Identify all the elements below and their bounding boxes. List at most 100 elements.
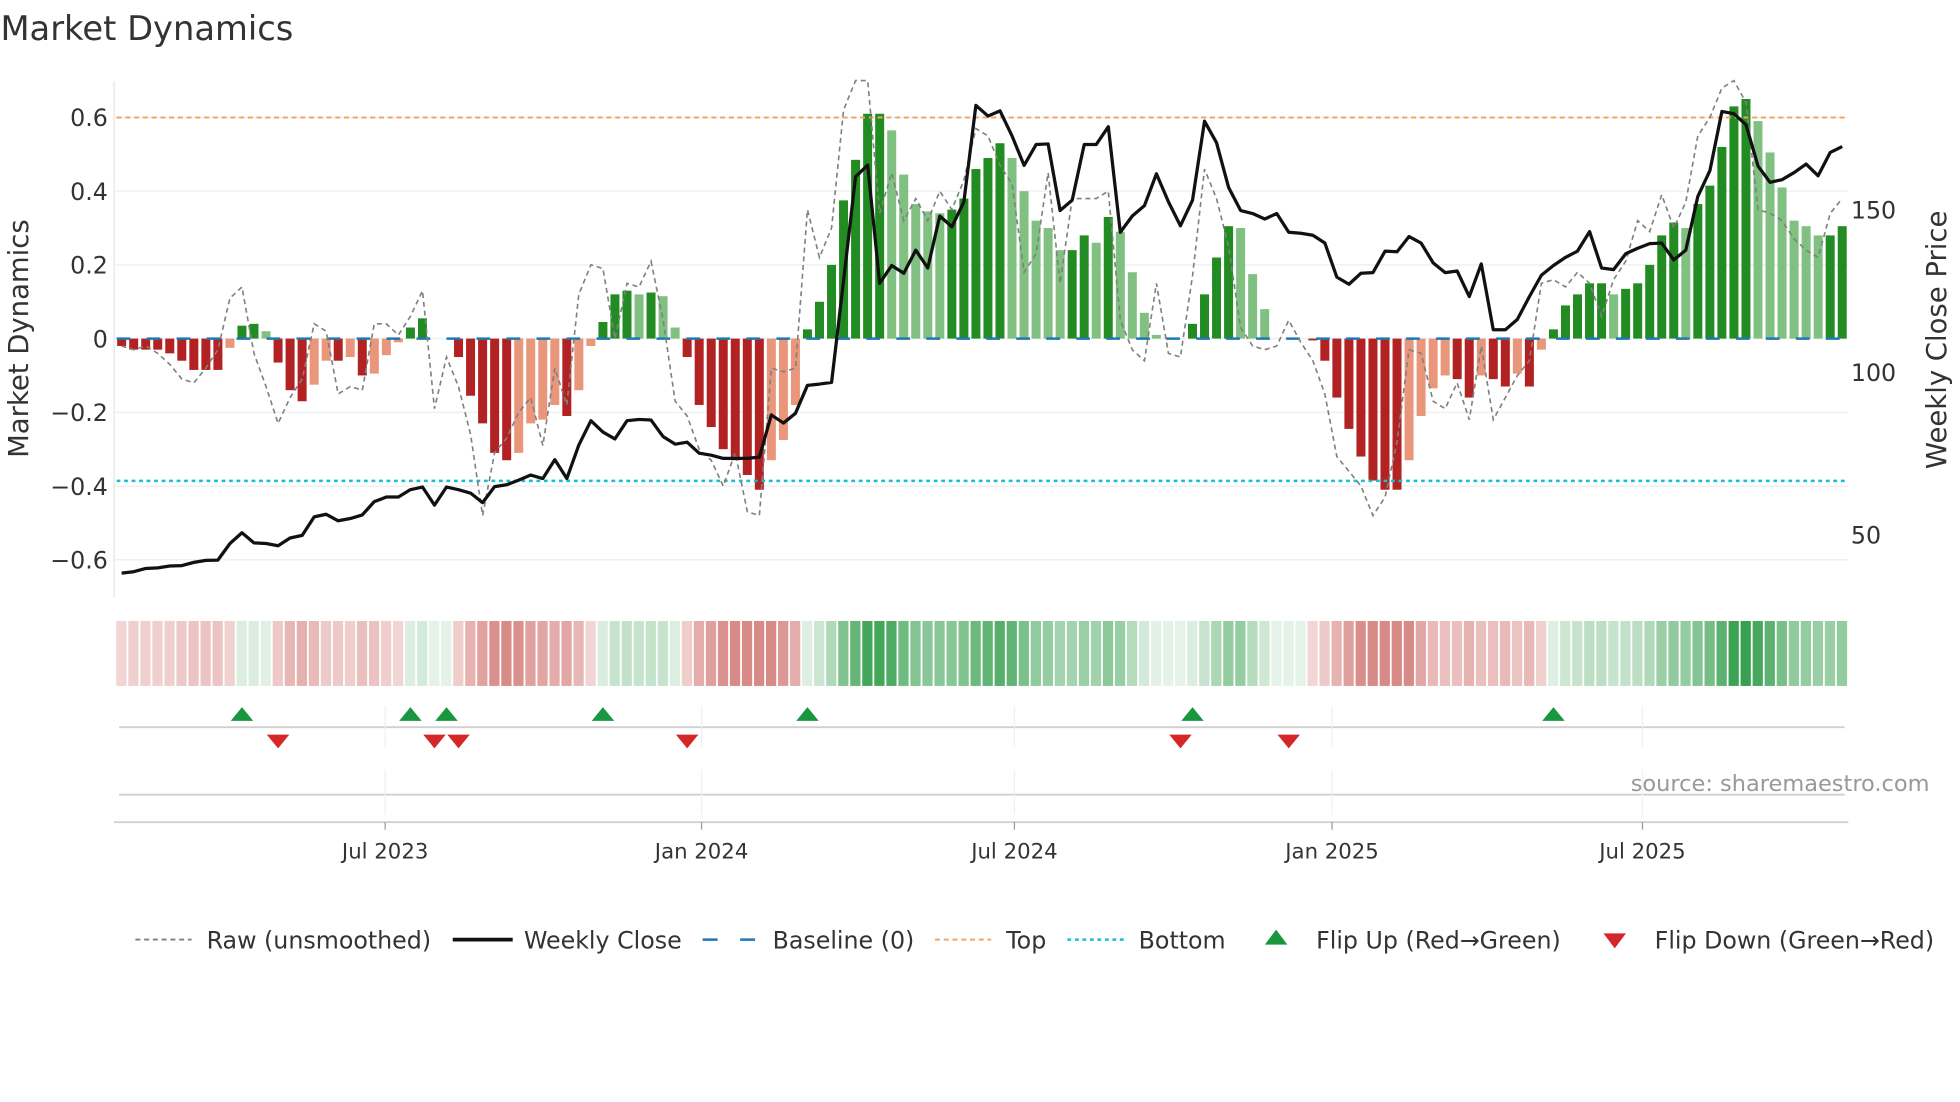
heat-cell <box>910 620 921 686</box>
bar <box>1837 226 1847 339</box>
flip-down-marker <box>423 734 446 749</box>
bar <box>333 338 343 361</box>
bar <box>490 338 500 453</box>
x-tick-label: Jan 2025 <box>1283 839 1379 864</box>
flip-down-legend-icon <box>1603 933 1626 949</box>
heat-cell <box>368 620 380 686</box>
bar <box>1031 220 1041 339</box>
bar <box>658 296 668 339</box>
heat-cell <box>1102 620 1114 686</box>
heat-cell <box>693 620 705 686</box>
heat-cell <box>1259 620 1270 686</box>
bar <box>1645 264 1655 339</box>
heat-cell <box>1138 620 1150 686</box>
bar <box>1705 185 1715 339</box>
y-axis-label: Market Dynamics <box>3 219 35 458</box>
bar <box>165 338 175 354</box>
raw-line <box>121 79 1843 518</box>
y2-axis-ticks: 150 100 50 <box>1851 197 1896 550</box>
bar <box>153 338 163 350</box>
heat-cell <box>1090 620 1102 686</box>
heat-cell <box>1584 620 1595 686</box>
bar <box>574 338 584 391</box>
heat-cell <box>393 620 404 686</box>
heat-cell <box>212 620 223 686</box>
heat-cell <box>248 620 259 686</box>
heat-cell <box>1163 620 1174 686</box>
heat-cell <box>1451 620 1463 686</box>
heat-cell <box>308 620 320 686</box>
bar <box>827 264 837 339</box>
bar <box>911 204 921 339</box>
bar <box>177 338 187 361</box>
heat-cell <box>405 620 416 686</box>
bar <box>694 338 704 405</box>
heat-cell <box>1066 620 1078 686</box>
heat-cell <box>236 620 247 686</box>
heat-cell <box>922 620 933 686</box>
heat-cell <box>1427 620 1439 686</box>
heat-cell <box>260 620 271 686</box>
bar <box>1801 226 1811 339</box>
bar <box>706 338 716 428</box>
heat-cell <box>525 620 536 686</box>
heat-cell <box>1271 620 1282 686</box>
bar <box>285 338 295 391</box>
heat-cell <box>164 620 175 686</box>
legend-label: Weekly Close <box>524 926 682 954</box>
heat-cell <box>609 620 620 686</box>
heat-cell <box>645 620 656 686</box>
legend-label: Flip Down (Green→Red) <box>1655 926 1934 954</box>
bar <box>1067 250 1077 339</box>
bar <box>1633 283 1643 339</box>
heat-cell <box>1114 620 1126 686</box>
bar <box>1320 338 1330 361</box>
heat-cell <box>1439 620 1451 686</box>
heat-cell <box>934 620 945 686</box>
bar <box>1212 257 1222 339</box>
heat-cell <box>573 620 584 686</box>
bar <box>1825 235 1835 339</box>
bar <box>478 338 488 424</box>
heat-cell <box>1187 620 1198 686</box>
bar <box>1693 204 1703 339</box>
bar <box>923 211 933 339</box>
heat-cell <box>958 620 969 686</box>
y2-axis-label: Weekly Close Price <box>1921 211 1953 469</box>
flip-up-marker <box>435 707 458 721</box>
bar <box>1091 242 1101 339</box>
bar <box>802 329 812 339</box>
bar <box>1452 338 1462 380</box>
heat-cell <box>1764 620 1775 686</box>
bar <box>189 338 199 370</box>
source-label: source: sharemaestro.com <box>1631 771 1930 797</box>
bar <box>309 338 319 385</box>
heat-cell <box>1776 620 1787 686</box>
bar <box>1657 235 1667 339</box>
bar <box>1200 294 1210 339</box>
heat-cell <box>513 620 524 686</box>
heat-cell <box>729 620 741 686</box>
heat-cell <box>1620 620 1631 686</box>
bar <box>201 338 211 370</box>
heat-cell <box>1042 620 1053 686</box>
y-tick-label: 0.4 <box>70 178 108 206</box>
heat-cell <box>1018 620 1029 686</box>
legend-label: Baseline (0) <box>773 926 915 954</box>
bar <box>273 338 283 363</box>
heat-cell <box>898 620 909 686</box>
heat-cell <box>537 620 548 686</box>
bar <box>742 338 752 475</box>
heat-cell <box>657 620 668 686</box>
heat-cell <box>1391 620 1402 686</box>
bar <box>899 174 909 339</box>
bar <box>586 338 596 346</box>
heat-cell <box>814 620 825 686</box>
heat-cell <box>1836 620 1848 686</box>
heat-cell <box>597 620 608 686</box>
heat-cell <box>802 620 813 686</box>
heat-cell <box>1175 620 1186 686</box>
heat-cell <box>1596 620 1607 686</box>
heat-cell <box>1644 620 1655 686</box>
bar <box>225 338 235 348</box>
